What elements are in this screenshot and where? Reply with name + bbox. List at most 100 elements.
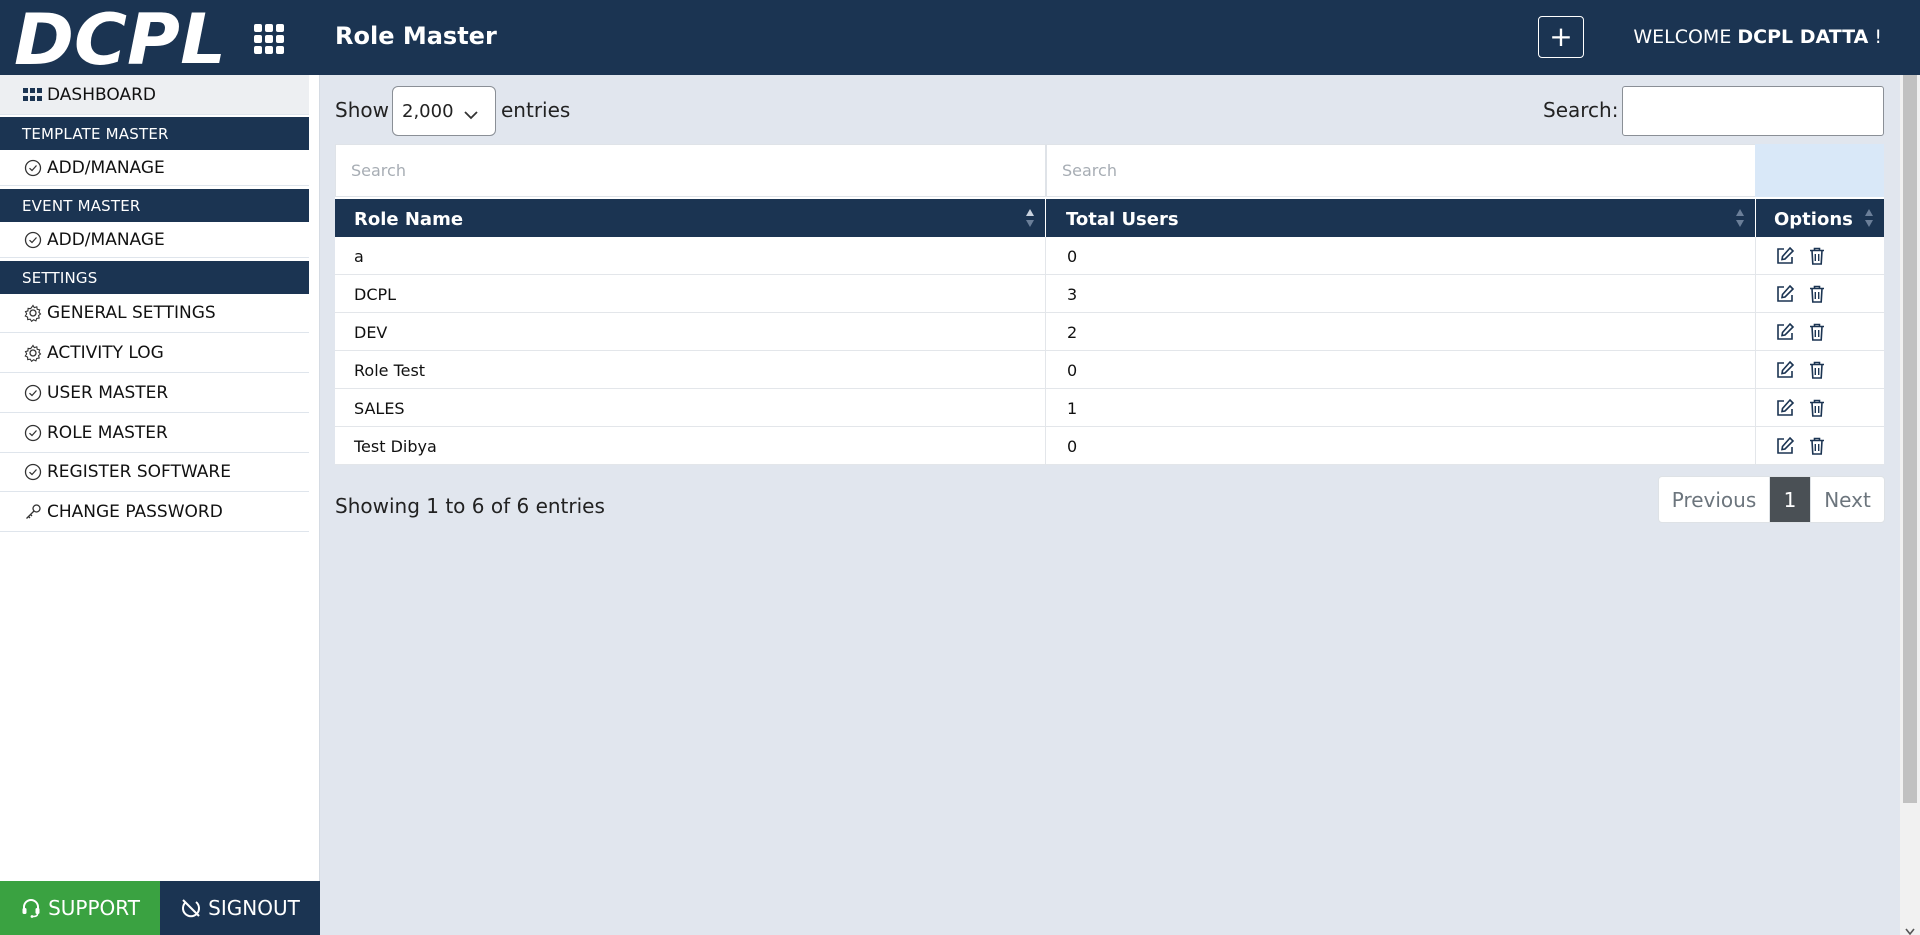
sort-icon <box>1864 208 1874 228</box>
sidebar-item-label: GENERAL SETTINGS <box>47 303 216 323</box>
table-row: DEV 2 <box>335 313 1884 351</box>
sidebar-item-label: REGISTER SOFTWARE <box>47 462 231 482</box>
column-header-total-users[interactable]: Total Users <box>1046 199 1756 239</box>
trash-icon[interactable] <box>1806 245 1828 267</box>
entries-length-select[interactable]: 2,000 <box>392 86 496 136</box>
role-name-cell: SALES <box>335 389 1046 427</box>
column-header-label: Options <box>1774 208 1853 230</box>
total-users-cell: 3 <box>1046 275 1756 313</box>
edit-icon[interactable] <box>1774 435 1796 457</box>
check-circle-icon <box>23 158 43 178</box>
role-name-filter-input[interactable] <box>351 145 1045 196</box>
column-header-label: Total Users <box>1066 208 1179 230</box>
table-header: Role Name Total Users Options <box>335 197 1884 239</box>
edit-icon[interactable] <box>1774 359 1796 381</box>
search-label: Search: <box>1543 98 1619 122</box>
add-button[interactable]: + <box>1538 16 1584 58</box>
table-row: Role Test 0 <box>335 351 1884 389</box>
sidebar-item-role-master[interactable]: ROLE MASTER <box>0 414 309 453</box>
options-cell <box>1755 427 1884 465</box>
sidebar-footer: SUPPORT SIGNOUT <box>0 881 320 935</box>
sidebar-item-dashboard[interactable]: DASHBOARD <box>0 75 309 115</box>
sidebar-item-label: ACTIVITY LOG <box>47 343 164 363</box>
check-circle-icon <box>23 230 43 250</box>
gear-icon <box>23 343 43 363</box>
role-name-filter-cell <box>335 144 1046 197</box>
sidebar-item-activity-log[interactable]: ACTIVITY LOG <box>0 334 309 373</box>
sidebar-item-change-password[interactable]: CHANGE PASSWORD <box>0 493 309 532</box>
options-cell <box>1755 275 1884 313</box>
chevron-down-icon <box>463 104 479 125</box>
sidebar-heading-event-master: EVENT MASTER <box>0 189 309 222</box>
welcome-text: WELCOME DCPL DATTA ! <box>1633 26 1882 48</box>
options-cell <box>1755 351 1884 389</box>
options-cell <box>1755 237 1884 275</box>
welcome-suffix: ! <box>1874 26 1882 48</box>
sidebar-heading-template-master: TEMPLATE MASTER <box>0 117 309 150</box>
column-filter-row <box>335 144 1884 197</box>
options-cell <box>1755 389 1884 427</box>
role-name-cell: Test Dibya <box>335 427 1046 465</box>
page-scrollbar[interactable] <box>1900 75 1920 935</box>
support-button[interactable]: SUPPORT <box>0 881 160 935</box>
trash-icon[interactable] <box>1806 321 1828 343</box>
scroll-down-arrow-icon[interactable] <box>1905 921 1915 935</box>
edit-icon[interactable] <box>1774 245 1796 267</box>
trash-icon[interactable] <box>1806 283 1828 305</box>
page-button-current[interactable]: 1 <box>1770 477 1810 522</box>
total-users-cell: 0 <box>1046 237 1756 275</box>
page-title: Role Master <box>335 22 497 50</box>
sidebar: DASHBOARD TEMPLATE MASTER ADD/MANAGE EVE… <box>0 75 320 935</box>
edit-icon[interactable] <box>1774 397 1796 419</box>
total-users-cell: 1 <box>1046 389 1756 427</box>
table-row: a 0 <box>335 237 1884 275</box>
total-users-filter-cell <box>1046 144 1756 197</box>
options-cell <box>1755 313 1884 351</box>
sidebar-item-label: ADD/MANAGE <box>47 229 165 250</box>
sidebar-item-user-master[interactable]: USER MASTER <box>0 374 309 413</box>
sidebar-item-general-settings[interactable]: GENERAL SETTINGS <box>0 294 309 333</box>
role-name-cell: DCPL <box>335 275 1046 313</box>
sidebar-item-event-add-manage[interactable]: ADD/MANAGE <box>0 222 309 258</box>
column-header-options[interactable]: Options <box>1756 199 1884 239</box>
sidebar-heading-settings: SETTINGS <box>0 261 309 294</box>
trash-icon[interactable] <box>1806 359 1828 381</box>
total-users-cell: 2 <box>1046 313 1756 351</box>
headset-icon <box>20 897 42 919</box>
total-users-cell: 0 <box>1046 351 1756 389</box>
sort-icon <box>1025 208 1035 228</box>
sort-icon <box>1735 208 1745 228</box>
dcpl-logo[interactable]: DCPL <box>12 0 232 81</box>
dashboard-grid-icon <box>23 85 43 105</box>
previous-page-button[interactable]: Previous <box>1659 477 1770 522</box>
signout-button[interactable]: SIGNOUT <box>160 881 320 935</box>
scrollbar-thumb[interactable] <box>1903 75 1917 803</box>
sidebar-item-label: USER MASTER <box>47 383 169 403</box>
column-header-label: Role Name <box>354 208 464 230</box>
edit-icon[interactable] <box>1774 283 1796 305</box>
sidebar-item-label: CHANGE PASSWORD <box>47 502 223 522</box>
welcome-prefix: WELCOME <box>1633 26 1732 48</box>
role-name-cell: a <box>335 237 1046 275</box>
total-users-filter-input[interactable] <box>1062 145 1755 196</box>
sidebar-item-label: DASHBOARD <box>47 84 156 105</box>
options-filter-blank <box>1755 144 1884 197</box>
trash-icon[interactable] <box>1806 397 1828 419</box>
check-circle-icon <box>23 462 43 482</box>
next-page-button[interactable]: Next <box>1810 477 1884 522</box>
total-users-cell: 0 <box>1046 427 1756 465</box>
sidebar-item-template-add-manage[interactable]: ADD/MANAGE <box>0 150 309 186</box>
logo-text: DCPL <box>14 4 226 72</box>
table-row: Test Dibya 0 <box>335 427 1884 465</box>
sidebar-item-register-software[interactable]: REGISTER SOFTWARE <box>0 453 309 492</box>
support-label: SUPPORT <box>48 896 140 920</box>
logo-mark: DCPL <box>14 0 230 81</box>
column-header-role-name[interactable]: Role Name <box>335 199 1046 239</box>
edit-icon[interactable] <box>1774 321 1796 343</box>
search-input[interactable] <box>1622 86 1884 136</box>
gear-icon <box>23 303 43 323</box>
trash-icon[interactable] <box>1806 435 1828 457</box>
check-circle-icon <box>23 383 43 403</box>
sidebar-item-label: ROLE MASTER <box>47 423 168 443</box>
apps-grid-icon[interactable] <box>250 20 284 54</box>
